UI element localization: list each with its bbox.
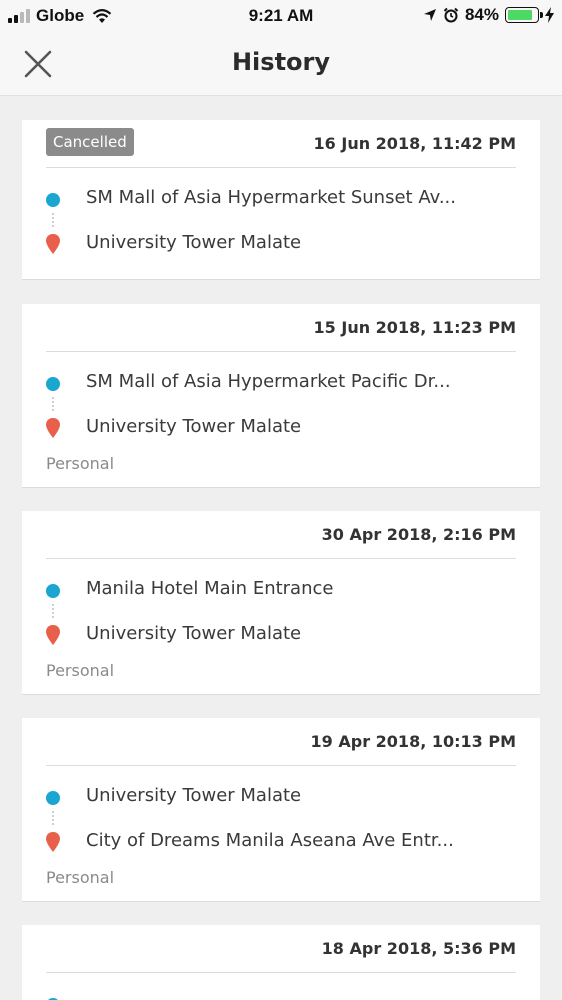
origin-stop: SM Mall of Asia Hypermarket Sunset Av...: [46, 184, 516, 214]
origin-dot-icon: [46, 377, 60, 391]
destination-pin-icon: [46, 418, 60, 438]
route-connector: [52, 604, 54, 618]
destination-address: University Tower Malate: [86, 416, 302, 437]
trip-date: 15 Jun 2018, 11:23 PM: [313, 318, 516, 337]
destination-stop: University Tower Malate: [46, 413, 516, 443]
trip-card[interactable]: 18 Apr 2018, 5:36 PM: [22, 925, 540, 1000]
location-arrow-icon: [423, 9, 436, 21]
trip-date: 18 Apr 2018, 5:36 PM: [321, 939, 516, 958]
origin-stop: SM Mall of Asia Hypermarket Pacific Dr..…: [46, 368, 516, 398]
cancelled-badge: Cancelled: [46, 128, 134, 156]
battery-icon: [505, 7, 543, 23]
trip-type: Personal: [46, 868, 115, 887]
alarm-icon: [443, 7, 459, 23]
origin-address: SM Mall of Asia Hypermarket Sunset Av...: [86, 187, 457, 208]
trip-card[interactable]: 19 Apr 2018, 10:13 PM University Tower M…: [22, 718, 540, 902]
battery-percent: 84%: [464, 5, 499, 24]
route-connector: [52, 213, 54, 227]
header: History: [0, 32, 562, 96]
page-title: History: [231, 48, 331, 76]
trip-card[interactable]: 30 Apr 2018, 2:16 PM Manila Hotel Main E…: [22, 511, 540, 695]
origin-stop: [46, 989, 516, 1000]
trip-date: 19 Apr 2018, 10:13 PM: [310, 732, 516, 751]
trip-card[interactable]: 15 Jun 2018, 11:23 PM SM Mall of Asia Hy…: [22, 304, 540, 488]
trip-type: Personal: [46, 454, 115, 473]
origin-dot-icon: [46, 193, 60, 207]
destination-stop: University Tower Malate: [46, 229, 516, 259]
destination-pin-icon: [46, 625, 60, 645]
route-connector: [52, 811, 54, 825]
destination-pin-icon: [46, 832, 60, 852]
destination-address: City of Dreams Manila Aseana Ave Entr...: [86, 830, 454, 851]
destination-pin-icon: [46, 234, 60, 254]
origin-address: SM Mall of Asia Hypermarket Pacific Dr..…: [86, 371, 451, 392]
trip-type: Personal: [46, 661, 115, 680]
origin-stop: Manila Hotel Main Entrance: [46, 575, 516, 605]
origin-address: University Tower Malate: [86, 785, 302, 806]
destination-address: University Tower Malate: [86, 232, 302, 253]
destination-stop: University Tower Malate: [46, 620, 516, 650]
route-connector: [52, 397, 54, 411]
destination-address: University Tower Malate: [86, 623, 302, 644]
trip-card[interactable]: Cancelled 16 Jun 2018, 11:42 PM SM Mall …: [22, 120, 540, 280]
trip-history-list[interactable]: Cancelled 16 Jun 2018, 11:42 PM SM Mall …: [0, 96, 562, 1000]
status-bar: Globe 9:21 AM 84%: [0, 0, 562, 32]
trip-date: 16 Jun 2018, 11:42 PM: [313, 134, 516, 153]
origin-dot-icon: [46, 791, 60, 805]
origin-stop: University Tower Malate: [46, 782, 516, 812]
trip-date: 30 Apr 2018, 2:16 PM: [321, 525, 516, 544]
charging-icon: [545, 7, 554, 23]
destination-stop: City of Dreams Manila Aseana Ave Entr...: [46, 827, 516, 857]
origin-dot-icon: [46, 584, 60, 598]
origin-address: Manila Hotel Main Entrance: [86, 578, 334, 599]
